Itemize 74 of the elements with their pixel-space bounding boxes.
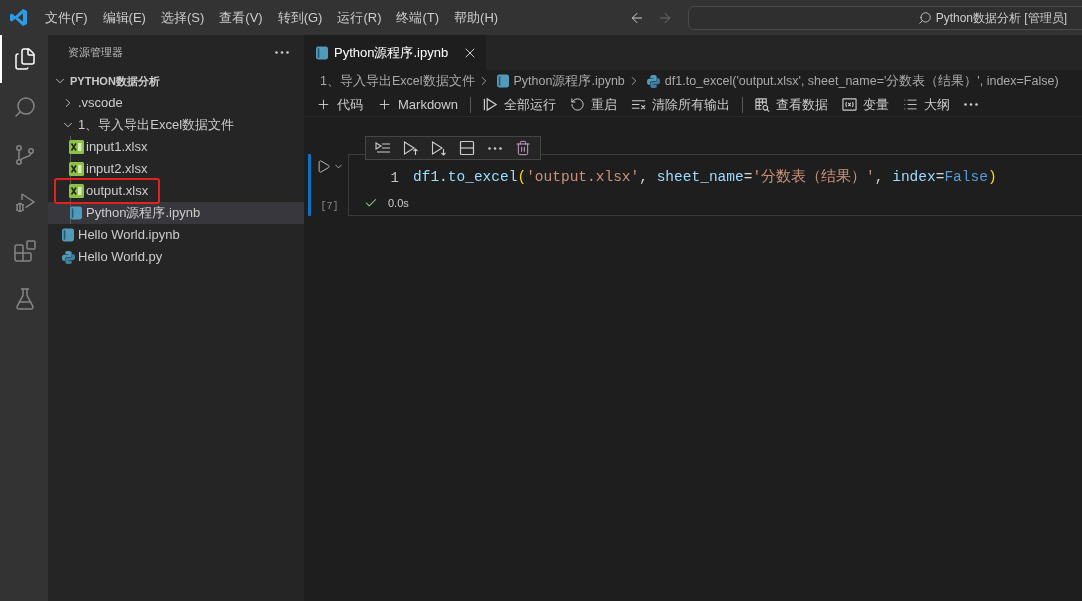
menu-item[interactable]: 终端(T)	[390, 6, 446, 29]
editor-tab[interactable]: Python源程序.ipynb	[304, 35, 487, 70]
toolbar-button[interactable]: 清除所有输出	[628, 93, 732, 116]
toolbar-button[interactable]: 代码	[314, 93, 365, 116]
execution-count: [7]	[320, 200, 339, 214]
toolbar-button[interactable]: Markdown	[375, 93, 460, 116]
run-cell-button[interactable]	[315, 158, 331, 174]
cell-toolbar-button[interactable]	[402, 139, 420, 157]
restart-icon	[569, 97, 585, 112]
command-center[interactable]: Python数据分析 [管理员]	[688, 5, 1082, 30]
tree-item[interactable]: input1.xlsx	[48, 136, 304, 158]
notebook-file-icon	[496, 74, 509, 88]
cell-toolbar-button[interactable]	[458, 139, 476, 157]
tree-item[interactable]: input2.xlsx	[48, 158, 304, 180]
variables-icon	[841, 97, 857, 112]
menu-item[interactable]: 选择(S)	[154, 6, 211, 29]
more-icon	[275, 51, 289, 54]
logo-icon	[10, 9, 27, 26]
tree-root-folder[interactable]: PYTHON数据分析	[48, 70, 304, 92]
sidebar-title: 资源管理器	[68, 45, 123, 61]
cell-toolbar-button[interactable]	[514, 139, 532, 157]
spreadsheet-file-icon	[68, 184, 84, 198]
tree-item[interactable]: 1、导入导出Excel数据文件	[48, 114, 304, 136]
search-icon	[917, 10, 932, 25]
menu-item[interactable]: 运行(R)	[331, 6, 388, 29]
toolbar-button[interactable]: 重启	[567, 93, 619, 116]
plus-icon	[377, 97, 392, 112]
notebook-file-icon	[316, 45, 328, 60]
command-center-text: Python数据分析 [管理员]	[935, 9, 1067, 27]
list-icon	[902, 97, 918, 112]
more-icon	[488, 146, 502, 150]
cell-toolbar-button[interactable]	[430, 139, 448, 157]
menu-item[interactable]: 编辑(E)	[96, 6, 152, 29]
toolbar-button[interactable]: 大纲	[900, 93, 952, 116]
flask-icon	[13, 287, 37, 311]
execution-time: 0.0s	[388, 195, 409, 211]
branch-icon	[13, 143, 37, 167]
toolbar-button[interactable]: 变量	[839, 93, 891, 116]
more-icon	[963, 103, 978, 106]
trash-icon	[515, 140, 531, 156]
menu-item[interactable]: 查看(V)	[213, 6, 269, 29]
spreadsheet-file-icon	[68, 140, 84, 154]
python-file-icon	[646, 74, 660, 88]
files-icon	[13, 47, 37, 71]
data-table-icon	[754, 97, 770, 112]
play-icon	[315, 158, 331, 174]
run-by-line-icon	[375, 140, 391, 156]
tree-item[interactable]: .vscode	[48, 92, 304, 114]
toolbar-button[interactable]: 全部运行	[480, 93, 558, 116]
tree-item[interactable]: Hello World.ipynb	[48, 224, 304, 246]
split-cell-icon	[459, 140, 475, 156]
run-all-icon	[482, 97, 498, 112]
tree-item[interactable]: Python源程序.ipynb	[48, 202, 304, 224]
run-below-icon	[431, 140, 447, 156]
code-line: df1.to_excel('output.xlsx', sheet_name='分数表（结果）', index=False)	[413, 167, 997, 188]
menu-item[interactable]: 帮助(H)	[448, 6, 505, 29]
toolbar-button[interactable]: 查看数据	[752, 93, 830, 116]
breadcrumb-item[interactable]: Python源程序.ipynb	[513, 71, 625, 91]
play-bug-icon	[13, 191, 37, 215]
menu-item[interactable]: 文件(F)	[39, 6, 94, 29]
notebook-file-icon	[62, 228, 74, 242]
line-number: 1	[389, 168, 399, 188]
spreadsheet-file-icon	[68, 162, 84, 176]
search-icon	[13, 95, 37, 119]
run-above-icon	[403, 140, 419, 156]
python-file-icon	[61, 250, 75, 264]
tree-item[interactable]: Hello World.py	[48, 246, 304, 268]
notebook-file-icon	[70, 206, 82, 220]
clear-output-icon	[630, 97, 646, 112]
breadcrumb-item[interactable]: df1.to_excel('output.xlsx', sheet_name='分数表（结果）', index=False)	[664, 71, 1059, 91]
plus-icon	[316, 97, 331, 112]
breadcrumb-item[interactable]: 1、导入导出Excel数据文件	[320, 71, 475, 91]
menu-item[interactable]: 转到(G)	[271, 6, 329, 29]
extensions-icon	[13, 239, 37, 263]
